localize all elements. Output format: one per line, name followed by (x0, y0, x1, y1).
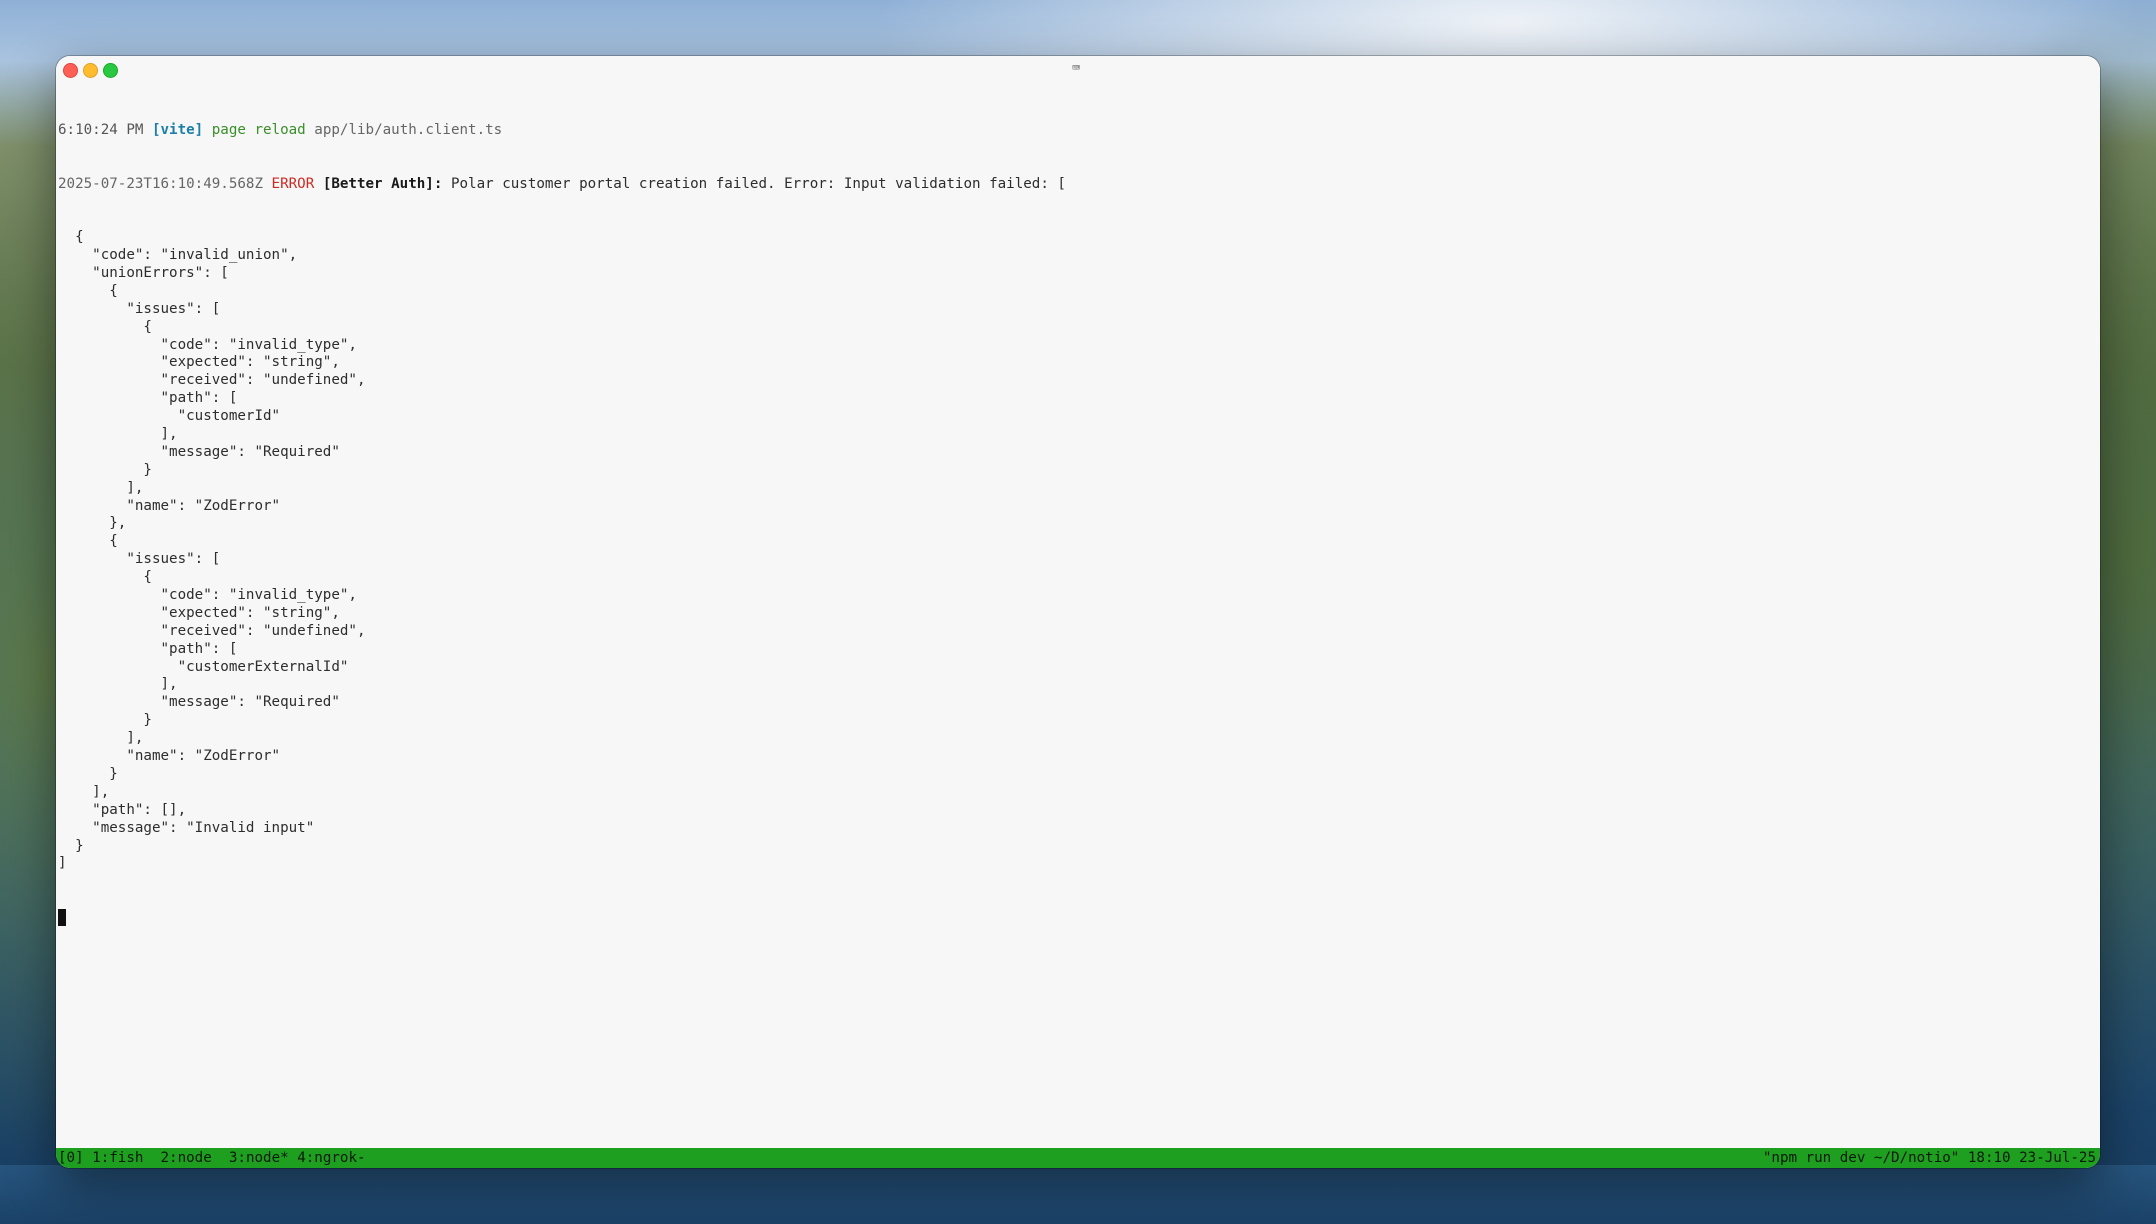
json-line: ] (58, 855, 67, 872)
tmux-status-right: "npm run dev ~/D/notio" 18:10 23-Jul-25 (1762, 1150, 2096, 1166)
json-line: "unionErrors": [ (58, 265, 229, 281)
terminal-output[interactable]: 6:10:24 PM [vite] page reload app/lib/au… (58, 86, 2100, 1138)
log-file: app/lib/auth.client.ts (314, 121, 503, 138)
error-source: [Better Auth]: (322, 175, 443, 192)
terminal-window[interactable]: ⌨ 6:10:24 PM [vite] page reload app/lib/… (56, 56, 2100, 1168)
json-line: } (58, 837, 84, 854)
json-line: "issues": [ (58, 551, 221, 568)
log-line-vite: 6:10:24 PM [vite] page reload app/lib/au… (58, 122, 2100, 140)
json-line: "name": "ZodError" (58, 748, 281, 765)
json-line: { (58, 533, 118, 550)
json-line: "code": "invalid_union", (58, 247, 298, 264)
log-time: 6:10:24 PM (58, 121, 144, 138)
tmux-window-4[interactable]: 4:ngrok- (297, 1150, 365, 1166)
log-action: page reload (211, 121, 306, 138)
json-line: "customerId" (58, 408, 281, 425)
terminal-app-icon: ⌨ (1072, 61, 1080, 76)
json-line: ], (58, 426, 178, 443)
error-message: Polar customer portal creation failed. E… (450, 175, 1066, 192)
json-line: "message": "Required" (58, 694, 340, 711)
json-line: "issues": [ (58, 300, 221, 317)
json-line: "path": [], (58, 801, 187, 818)
json-line: } (58, 712, 152, 729)
window-titlebar[interactable]: ⌨ (56, 56, 2100, 84)
json-line: "expected": "string", (58, 604, 340, 621)
json-line: "path": [ (58, 640, 238, 657)
json-line: { (58, 318, 152, 335)
json-line: }, (58, 515, 127, 532)
json-line: "code": "invalid_type", (58, 587, 357, 604)
json-line: "expected": "string", (58, 354, 340, 371)
prompt-line[interactable] (58, 909, 2100, 927)
json-line: { (58, 569, 152, 586)
json-line: } (58, 461, 152, 478)
json-line: "code": "invalid_type", (58, 336, 357, 353)
json-line: "customerExternalId" (58, 658, 349, 675)
tmux-window-1[interactable]: 1:fish (92, 1150, 143, 1166)
json-line: "name": "ZodError" (58, 497, 281, 514)
tmux-status-bar: [0] 1:fish 2:node 3:node* 4:ngrok- "npm … (56, 1148, 2100, 1168)
json-line: "received": "undefined", (58, 372, 366, 389)
vite-tag: [vite] (151, 121, 204, 138)
error-json-body: { "code": "invalid_union", "unionErrors"… (58, 229, 2100, 873)
json-line: "path": [ (58, 390, 238, 407)
tmux-window-3[interactable]: 3:node* (229, 1150, 289, 1166)
json-line: } (58, 765, 118, 782)
maximize-window-button[interactable] (103, 63, 118, 78)
json-line: ], (58, 730, 144, 747)
json-line: ], (58, 479, 144, 496)
json-line: "received": "undefined", (58, 622, 366, 639)
json-line: { (58, 282, 118, 299)
json-line: { (58, 229, 84, 246)
tmux-status-left: [0] 1:fish 2:node 3:node* 4:ngrok- (58, 1148, 366, 1168)
json-line: ], (58, 676, 178, 693)
json-line: "message": "Invalid input" (58, 819, 315, 836)
tmux-window-2[interactable]: 2:node (161, 1150, 212, 1166)
log-line-error: 2025-07-23T16:10:49.568Z ERROR [Better A… (58, 176, 2100, 194)
json-line: ], (58, 783, 110, 800)
error-level: ERROR (271, 175, 315, 192)
tmux-session: [0] (58, 1150, 84, 1166)
json-line: "message": "Required" (58, 443, 340, 460)
close-window-button[interactable] (63, 63, 78, 78)
terminal-cursor (58, 909, 66, 927)
error-timestamp: 2025-07-23T16:10:49.568Z (58, 175, 263, 192)
desktop-wallpaper (0, 1165, 2156, 1224)
minimize-window-button[interactable] (83, 63, 98, 78)
